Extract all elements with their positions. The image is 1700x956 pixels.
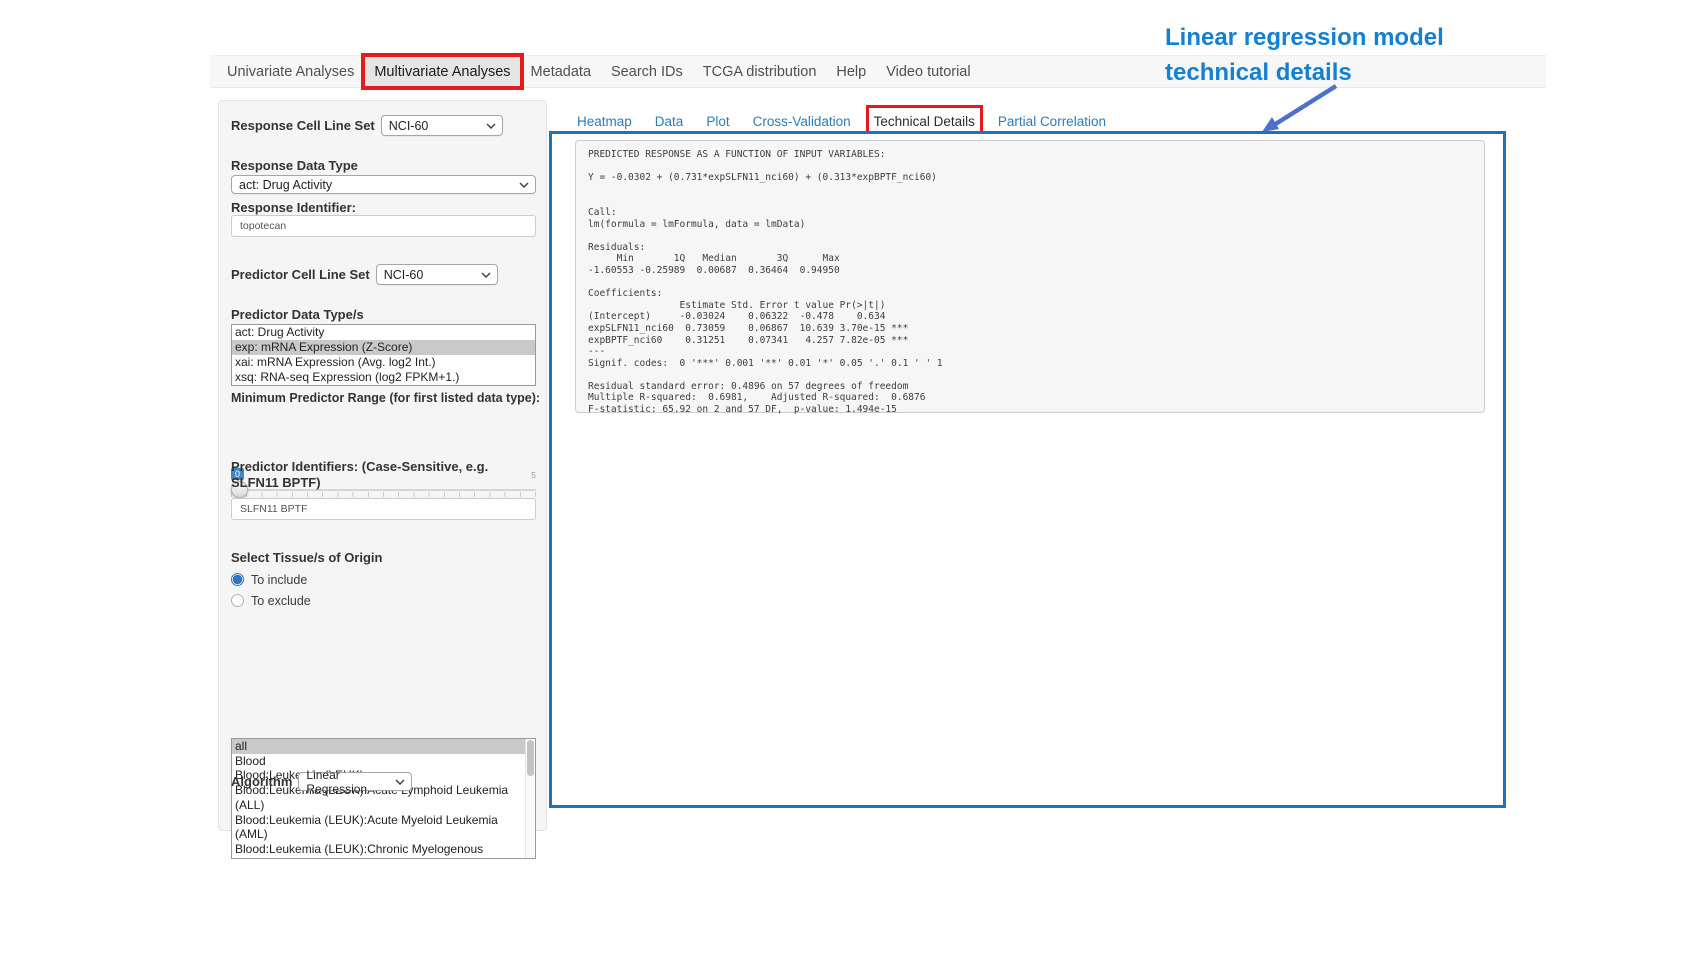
response-cell-line-set-select[interactable]: NCI-60 (381, 115, 503, 136)
radio-to-include-label: To include (251, 573, 307, 587)
tab-plot[interactable]: Plot (706, 114, 729, 129)
radio-to-exclude[interactable]: To exclude (231, 590, 536, 611)
list-item[interactable]: Blood:Leukemia (LEUK):Acute Myeloid Leuk… (232, 813, 535, 842)
list-item[interactable]: xai: mRNA Expression (Avg. log2 Int.) (232, 355, 535, 370)
tab-heatmap[interactable]: Heatmap (577, 114, 632, 129)
list-item[interactable]: xsq: RNA-seq Expression (log2 FPKM+1.) (232, 370, 535, 385)
algorithm-row: Algorithm Linear Regression (231, 772, 536, 791)
predictor-cell-line-set-label: Predictor Cell Line Set (231, 267, 370, 282)
tab-partial-correlation[interactable]: Partial Correlation (998, 114, 1106, 129)
tab-data[interactable]: Data (655, 114, 684, 129)
nav-item-metadata[interactable]: Metadata (521, 56, 601, 87)
tab-technical-details-label: Technical Details (874, 114, 975, 129)
tissue-listbox: all Blood Blood:Leukemia (LEUK) Blood:Le… (231, 738, 536, 859)
nav-item-search-ids[interactable]: Search IDs (601, 56, 693, 87)
predictor-identifiers-input[interactable] (231, 498, 536, 520)
chevron-down-icon (486, 123, 496, 129)
radio-to-exclude-label: To exclude (251, 594, 311, 608)
predictor-cell-line-set-row: Predictor Cell Line Set NCI-60 (231, 264, 536, 285)
radio-selected-icon (231, 573, 244, 586)
algorithm-value: Linear Regression (306, 768, 391, 796)
nav-item-tcga-distribution[interactable]: TCGA distribution (693, 56, 827, 87)
chevron-down-icon (519, 182, 529, 188)
response-identifier-label: Response Identifier: (231, 200, 536, 215)
tab-cross-validation[interactable]: Cross-Validation (753, 114, 851, 129)
tissue-origin-label: Select Tissue/s of Origin (231, 550, 536, 565)
result-tabs: Heatmap Data Plot Cross-Validation Techn… (577, 109, 1106, 133)
radio-to-include[interactable]: To include (231, 569, 536, 590)
response-data-type-label: Response Data Type (231, 158, 536, 173)
predictor-identifiers-label: Predictor Identifiers: (Case-Sensitive, … (231, 459, 536, 491)
list-item[interactable]: Blood:Leukemia (LEUK):Chronic Myelogenou… (232, 842, 535, 859)
radio-unselected-icon (231, 594, 244, 607)
predictor-cell-line-set-value: NCI-60 (384, 268, 424, 282)
predictor-data-types-listbox: act: Drug Activity exp: mRNA Expression … (231, 324, 536, 386)
nav-item-univariate-analyses[interactable]: Univariate Analyses (217, 56, 364, 87)
annotation-title-line1: Linear regression model (1165, 20, 1444, 55)
response-identifier-input[interactable] (231, 215, 536, 237)
chevron-down-icon (481, 272, 491, 278)
response-cell-line-set-row: Response Cell Line Set NCI-60 (231, 115, 536, 136)
list-item[interactable]: Blood (232, 754, 535, 769)
list-item[interactable]: act: Drug Activity (232, 325, 535, 340)
scrollbar[interactable] (525, 739, 535, 858)
technical-details-output-box: PREDICTED RESPONSE AS A FUNCTION OF INPU… (575, 140, 1485, 413)
predictor-cell-line-set-select[interactable]: NCI-60 (376, 264, 498, 285)
response-cell-line-set-value: NCI-60 (389, 119, 429, 133)
nav-item-video-tutorial[interactable]: Video tutorial (876, 56, 980, 87)
tab-technical-details[interactable]: Technical Details (874, 114, 975, 129)
predictor-data-types-label: Predictor Data Type/s (231, 307, 536, 322)
list-item[interactable]: all (232, 739, 535, 754)
sidebar-panel: Response Cell Line Set NCI-60 Response D… (218, 100, 547, 831)
scrollbar-thumb[interactable] (527, 740, 534, 776)
chevron-down-icon (395, 779, 405, 785)
response-cell-line-set-label: Response Cell Line Set (231, 118, 375, 133)
slider-ticks (231, 492, 536, 497)
algorithm-label: Algorithm (231, 774, 292, 789)
algorithm-select[interactable]: Linear Regression (298, 772, 412, 791)
response-data-type-select[interactable]: act: Drug Activity (231, 175, 536, 194)
regression-output-text: PREDICTED RESPONSE AS A FUNCTION OF INPU… (588, 149, 1472, 416)
nav-item-help[interactable]: Help (826, 56, 876, 87)
nav-item-multivariate-label: Multivariate Analyses (374, 64, 510, 80)
nav-item-multivariate-analyses[interactable]: Multivariate Analyses (364, 56, 520, 87)
response-data-type-value: act: Drug Activity (239, 178, 332, 192)
list-item[interactable]: exp: mRNA Expression (Z-Score) (232, 340, 535, 355)
min-predictor-range-label: Minimum Predictor Range (for first liste… (231, 391, 536, 405)
page: Univariate Analyses Multivariate Analyse… (0, 0, 1700, 956)
